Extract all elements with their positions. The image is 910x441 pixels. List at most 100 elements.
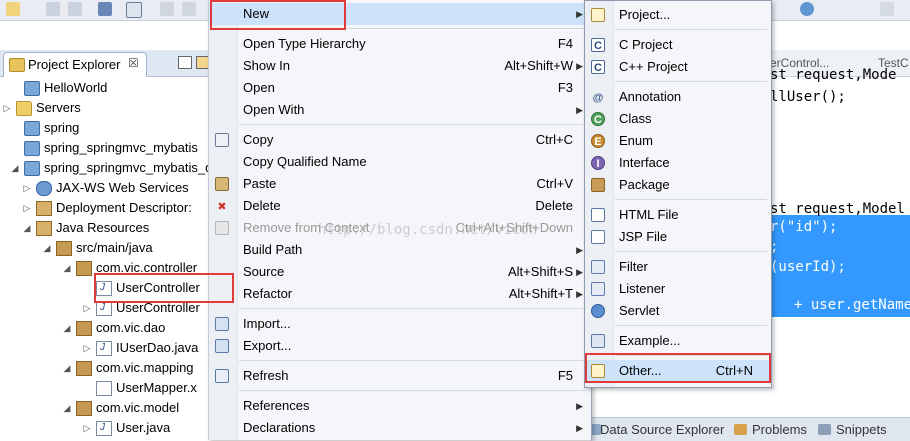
submenu-arrow-icon: ▶ <box>576 245 583 255</box>
collapse-arrow-icon[interactable]: ◢ <box>62 398 72 418</box>
tree-item[interactable]: HelloWorld <box>0 78 210 98</box>
example-icon <box>591 334 605 348</box>
filter-icon <box>591 260 605 274</box>
menu-item-declarations[interactable]: Declarations ▶ <box>209 417 591 439</box>
close-icon[interactable]: ☒ <box>128 56 139 70</box>
copy-icon <box>215 133 229 147</box>
new-item-c-project[interactable]: C C Project <box>585 34 771 56</box>
globe-icon[interactable] <box>800 2 814 16</box>
tab-data-source-explorer[interactable]: Data Source Explorer <box>600 422 724 437</box>
new-item-enum[interactable]: E Enum <box>585 130 771 152</box>
expand-arrow-icon[interactable]: ▷ <box>2 98 12 118</box>
new-item-html-file[interactable]: HTML File <box>585 204 771 226</box>
menu-separator <box>239 124 585 125</box>
tree-item[interactable]: ▷ J User.java <box>0 418 210 438</box>
menu-item-paste[interactable]: Paste Ctrl+V <box>209 173 591 195</box>
menu-item-copy[interactable]: Copy Ctrl+C <box>209 129 591 151</box>
new-item-example[interactable]: Example... <box>585 330 771 352</box>
search-icon[interactable] <box>126 2 142 18</box>
new-item-project[interactable]: Project... <box>585 4 771 26</box>
expand-arrow-icon[interactable]: ▷ <box>82 338 92 358</box>
back-icon[interactable] <box>880 2 894 16</box>
menu-item-import[interactable]: Import... <box>209 313 591 335</box>
collapse-arrow-icon[interactable]: ◢ <box>62 358 72 378</box>
minimize-icon[interactable] <box>178 56 192 69</box>
tree-item[interactable]: UserMapper.x <box>0 378 210 398</box>
code-line: r("id"); <box>770 218 838 237</box>
new-item-listener[interactable]: Listener <box>585 278 771 300</box>
problems-icon <box>734 424 747 435</box>
menu-item-open[interactable]: Open F3 <box>209 77 591 99</box>
menu-item-open-type-hierarchy[interactable]: Open Type Hierarchy F4 <box>209 33 591 55</box>
tree-item[interactable]: spring_springmvc_mybatis <box>0 138 210 158</box>
new-item-jsp-file[interactable]: JSP File <box>585 226 771 248</box>
new-item-servlet[interactable]: Servlet <box>585 300 771 322</box>
tree-item[interactable]: ◢ spring_springmvc_mybatis_d <box>0 158 212 178</box>
menu-item-source[interactable]: Source Alt+Shift+S ▶ <box>209 261 591 283</box>
menu-item-refresh[interactable]: Refresh F5 <box>209 365 591 387</box>
menu-item-show-in[interactable]: Show In Alt+Shift+W ▶ <box>209 55 591 77</box>
new-item-package[interactable]: Package <box>585 174 771 196</box>
code-editor[interactable]: erControl... TestC st request,Mode llUser… <box>770 50 910 410</box>
menu-item-open-with[interactable]: Open With ▶ <box>209 99 591 121</box>
html-file-icon <box>591 208 605 222</box>
collapse-arrow-icon[interactable]: ◢ <box>22 218 32 238</box>
collapse-arrow-icon[interactable]: ◢ <box>62 258 72 278</box>
java-file-icon: J <box>96 301 112 316</box>
tree-item[interactable]: ▷ JAX-WS Web Services <box>0 178 210 198</box>
menu-item-copy-qualified-name[interactable]: Copy Qualified Name <box>209 151 591 173</box>
submenu-item-label: Project... <box>619 7 671 22</box>
collapse-arrow-icon[interactable]: ◢ <box>42 238 52 258</box>
expand-arrow-icon[interactable]: ▷ <box>82 298 92 318</box>
tree-item-label: src/main/java <box>76 240 153 255</box>
save-icon[interactable] <box>46 2 60 16</box>
import-icon <box>215 317 229 331</box>
tab-problems[interactable]: Problems <box>752 422 807 437</box>
menu-separator <box>239 308 585 309</box>
tree-item[interactable]: ◢ com.vic.model <box>0 398 210 418</box>
tab-project-explorer[interactable]: Project Explorer ☒ <box>3 52 147 77</box>
collapse-arrow-icon[interactable]: ◢ <box>62 318 72 338</box>
menu-item-label: Open With <box>243 102 305 117</box>
new-item-annotation[interactable]: @ Annotation <box>585 86 771 108</box>
menu-item-refactor[interactable]: Refactor Alt+Shift+T ▶ <box>209 283 591 305</box>
submenu-item-label: Annotation <box>619 89 682 104</box>
new-icon[interactable] <box>6 2 20 16</box>
new-item-class[interactable]: C Class <box>585 108 771 130</box>
run-icon[interactable] <box>160 2 174 16</box>
debug-icon[interactable] <box>182 2 196 16</box>
watermark: http://blog.csdn.net/vicon <box>318 222 538 238</box>
tree-item-label: UserMapper.x <box>116 380 197 395</box>
tree-item[interactable]: ◢ src/main/java <box>0 238 210 258</box>
menu-item-shortcut: F5 <box>557 368 573 383</box>
menu-item-shortcut: Ctrl+C <box>535 132 573 147</box>
expand-arrow-icon[interactable]: ▷ <box>22 178 32 198</box>
tree-item[interactable]: spring <box>0 118 210 138</box>
tree-item[interactable]: ◢ com.vic.mapping <box>0 358 210 378</box>
submenu-separator <box>615 199 767 200</box>
expand-arrow-icon[interactable]: ▷ <box>22 198 32 218</box>
tree-item[interactable]: ▷ Deployment Descriptor: <box>0 198 210 218</box>
menu-item-export[interactable]: Export... <box>209 335 591 357</box>
menu-item-build-path[interactable]: Build Path ▶ <box>209 239 591 261</box>
menu-item-shortcut: Alt+Shift+T <box>508 286 573 301</box>
new-item-filter[interactable]: Filter <box>585 256 771 278</box>
refresh-icon <box>215 369 229 383</box>
new-item-cpp-project[interactable]: C C++ Project <box>585 56 771 78</box>
print-icon[interactable] <box>98 2 112 16</box>
collapse-arrow-icon[interactable]: ◢ <box>10 158 20 178</box>
new-item-interface[interactable]: I Interface <box>585 152 771 174</box>
save-all-icon[interactable] <box>68 2 82 16</box>
submenu-arrow-icon: ▶ <box>576 105 583 115</box>
menu-item-delete[interactable]: ✖ Delete Delete <box>209 195 591 217</box>
submenu-arrow-icon: ▶ <box>576 423 583 433</box>
tab-snippets[interactable]: Snippets <box>836 422 887 437</box>
submenu-arrow-icon: ▶ <box>576 289 583 299</box>
tree-item[interactable]: ◢ Java Resources <box>0 218 210 238</box>
tree-item[interactable]: ▷ Servers <box>0 98 210 118</box>
expand-arrow-icon[interactable]: ▷ <box>82 418 92 438</box>
menu-item-references[interactable]: References ▶ <box>209 395 591 417</box>
bottom-views-bar: Data Source Explorer Problems Snippets <box>588 417 910 441</box>
tree-item[interactable]: ◢ com.vic.dao <box>0 318 210 338</box>
tree-item[interactable]: ▷ J IUserDao.java <box>0 338 210 358</box>
